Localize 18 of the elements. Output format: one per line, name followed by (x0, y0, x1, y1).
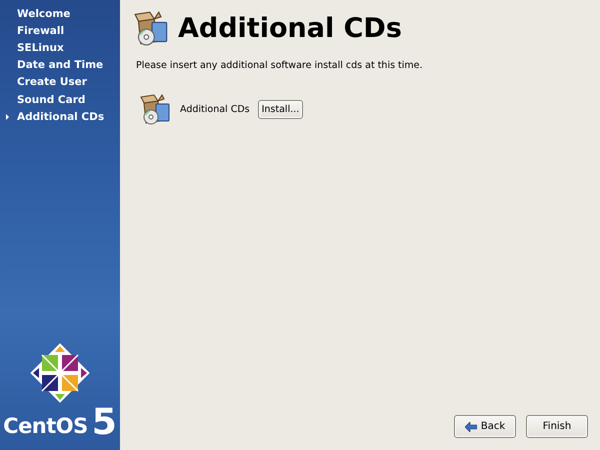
logo-version: 5 (92, 408, 117, 438)
left-arrow-icon (464, 422, 477, 432)
cd-package-icon (134, 10, 170, 46)
finish-button[interactable]: Finish (526, 415, 588, 438)
page-title: Additional CDs (178, 12, 402, 44)
step-label: Firewall (17, 24, 64, 37)
instruction-text: Please insert any additional software install cds at this time. (136, 60, 424, 71)
step-label: Additional CDs (17, 110, 104, 123)
step-label: SELinux (17, 42, 64, 54)
item-label: Additional CDs (180, 104, 250, 114)
step-label: Welcome (17, 8, 70, 20)
step-label: Sound Card (17, 94, 86, 106)
logo-wordmark: CentOS (3, 414, 88, 438)
step-label: Create User (17, 76, 87, 88)
install-button[interactable]: Install... (258, 100, 304, 118)
step-label: Date and Time (17, 59, 104, 72)
back-button[interactable]: Back (454, 415, 516, 438)
cd-package-icon (140, 93, 172, 125)
